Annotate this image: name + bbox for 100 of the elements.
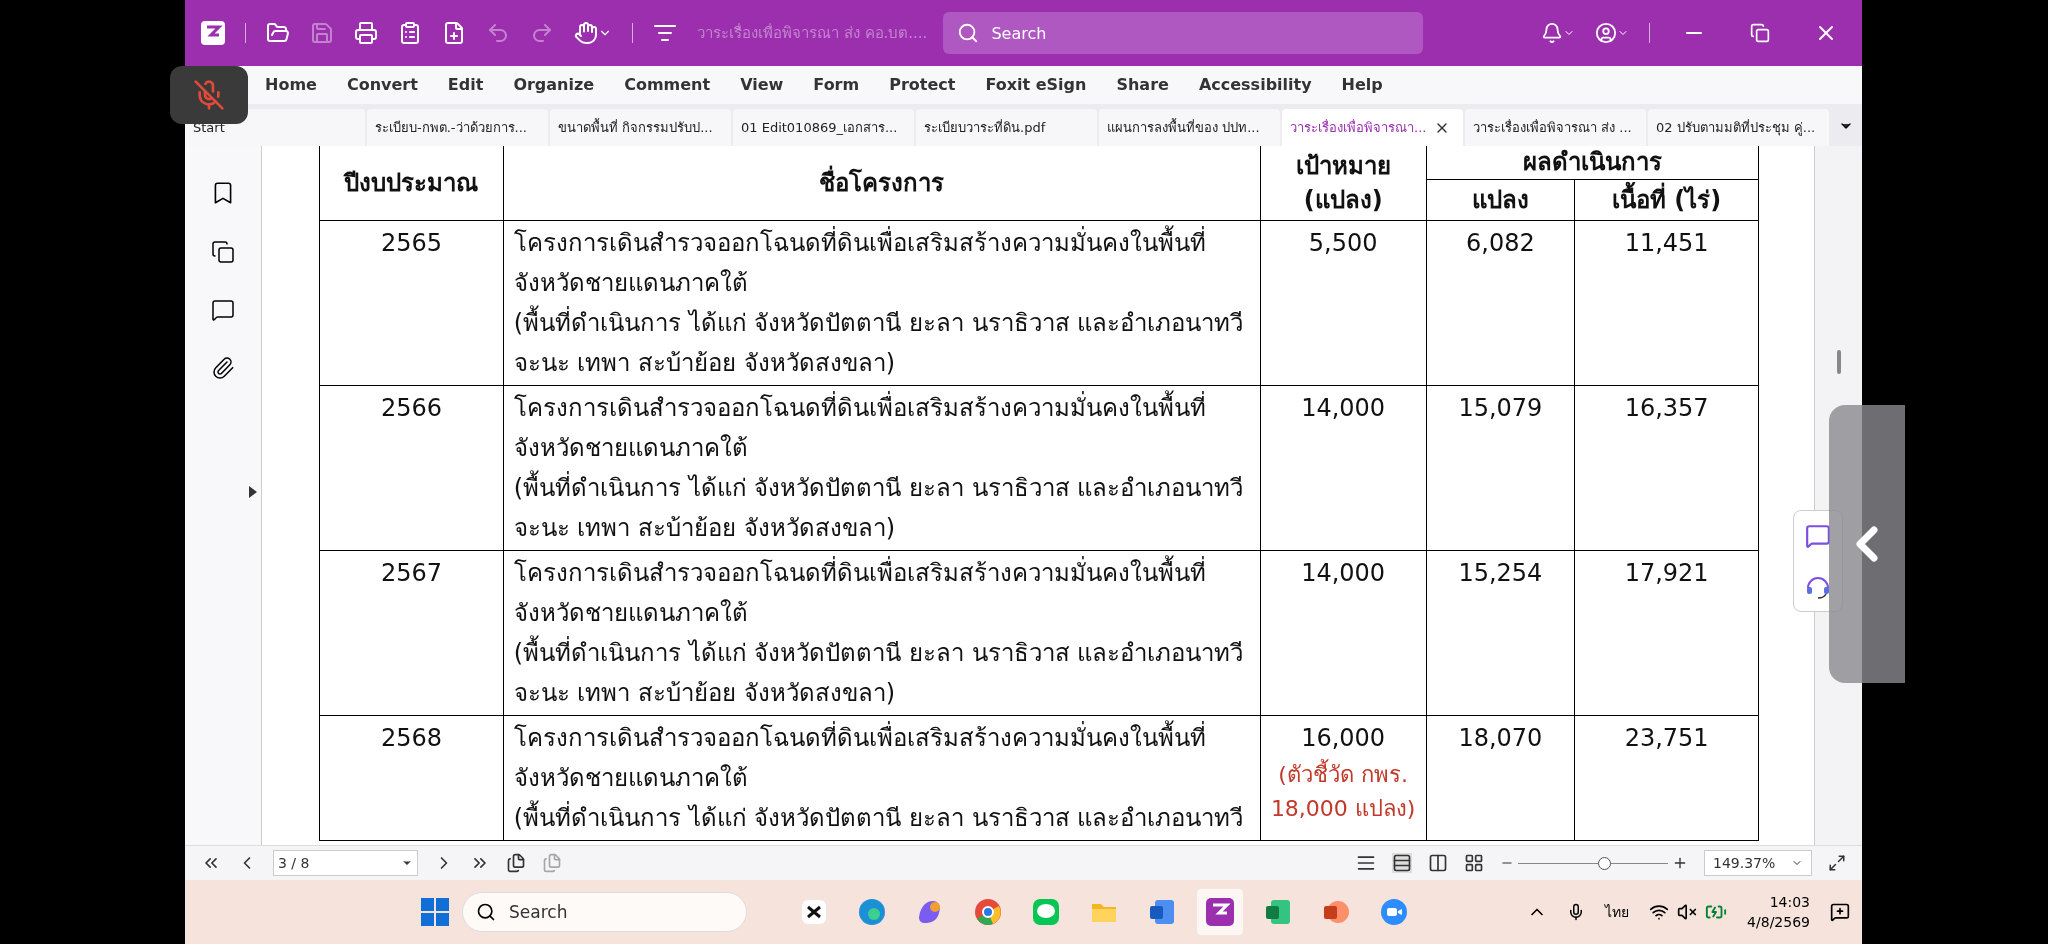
column-header: เป้าหมาย [1294, 150, 1392, 182]
table-cell: 2565 [380, 229, 442, 257]
clock-date[interactable]: 4/8/2569 [1747, 912, 1810, 932]
wifi-icon[interactable] [1649, 902, 1670, 922]
document-title: วาระเรื่องเพื่อพิจารณา ส่ง คอ.บต.... [697, 22, 928, 44]
column-header: แปลง [1471, 185, 1529, 216]
menu-item[interactable]: Protect [889, 73, 956, 97]
table-cell: 2568 [380, 724, 442, 752]
project-text-line: โครงการเดินสำรวจออกโฉนดที่ดินเพื่อเสริมสร้างความมั่นคงในพื้นที่ [513, 553, 1250, 593]
menu-item[interactable]: Home [265, 73, 317, 97]
search-icon [476, 902, 496, 922]
table-cell: 2567 [380, 559, 442, 587]
comment-icon[interactable] [211, 298, 235, 322]
pages-view-icon[interactable] [506, 853, 526, 873]
table-cell: 6,082 [1466, 229, 1535, 257]
document-tab[interactable]: วาระเรื่องเพื่อพิจารณา... [1282, 109, 1463, 146]
notification-icon[interactable] [1830, 902, 1850, 922]
side-drawer-handle[interactable] [1829, 405, 1905, 683]
document-tab[interactable]: 02 ปรับตามมติที่ประชุม คู่... [1648, 109, 1829, 146]
table-cell: 16,357 [1624, 394, 1709, 422]
document-icon[interactable] [398, 21, 422, 45]
menu-item[interactable]: Form [813, 73, 860, 97]
search-field[interactable]: Search [943, 12, 1424, 54]
target-note: (ตัวชี้วัด กพร. 18,000 แปลง) [1260, 758, 1426, 826]
project-text-line: (พื้นที่ดำเนินการ ได้แก่ จังหวัดปัตตานี ยะลา นราธิวาส และอำเภอนาทวี [513, 633, 1250, 673]
chat-bubble-icon[interactable] [1805, 522, 1831, 549]
single-page-icon[interactable] [1356, 853, 1376, 873]
menu-item[interactable]: Share [1116, 73, 1169, 97]
app-logo-icon[interactable] [201, 21, 225, 45]
table-cell-text: 16,000 [1300, 723, 1387, 754]
two-page-icon[interactable] [1428, 853, 1448, 873]
table-cell: 15,254 [1458, 559, 1543, 587]
table-cell: 11,451 [1624, 229, 1709, 257]
column-header: ผลดำเนินการ [1522, 148, 1662, 176]
menu-item[interactable]: Comment [624, 73, 711, 97]
project-text-line: โครงการเดินสำรวจออกโฉนดที่ดินเพื่อเสริมสร้างความมั่นคงในพื้นที่ [513, 223, 1250, 263]
volume-muted-icon[interactable] [1677, 902, 1698, 922]
document-tab[interactable]: ระเบียบ-กพต.-ว่าด้วยการ... [367, 109, 548, 146]
menu-item[interactable]: Organize [513, 73, 595, 97]
table-cell: 15,079 [1458, 394, 1543, 422]
project-text-line: (พื้นที่ดำเนินการ ได้แก่ จังหวัดปัตตานี ยะลา นราธิวาส และอำเภอนาทวี [513, 303, 1250, 343]
column-header: เนื้อที่ (ไร่) [1612, 180, 1722, 220]
menu-item[interactable]: Accessibility [1198, 73, 1312, 97]
project-text-line: (พื้นที่ดำเนินการ ได้แก่ จังหวัดปัตตานี ยะลา นราธิวาส และอำเภอนาทวี [513, 468, 1250, 508]
menu-item[interactable]: Convert [346, 73, 418, 97]
project-text-line: (พื้นที่ดำเนินการ ได้แก่ จังหวัดปัตตานี ยะลา นราธิวาส และอำเภอนาทวี [513, 798, 1250, 838]
document-tab[interactable]: วาระเรื่องเพื่อพิจารณา ส่ง ... [1465, 109, 1646, 146]
project-text-line: จะนะ เทพา สะบ้าย้อย จังหวัดสงขลา) [513, 513, 897, 544]
muted-microphone-overlay[interactable] [170, 66, 248, 124]
document-tab[interactable]: แผนการลงพื้นที่ของ ปปท... [1099, 109, 1280, 146]
attachment-icon[interactable] [211, 356, 235, 380]
project-text-line: จะนะ เทพา สะบ้าย้อย จังหวัดสงขลา) [513, 348, 897, 379]
bell-icon[interactable] [1541, 22, 1575, 44]
new-file-icon[interactable] [442, 21, 466, 45]
project-text-line: โครงการเดินสำรวจออกโฉนดที่ดินเพื่อเสริมสร้างความมั่นคงในพื้นที่ [513, 388, 1250, 428]
open-folder-icon[interactable] [266, 21, 290, 45]
table-cell: 23,751 [1624, 724, 1709, 752]
pages-icon[interactable] [211, 240, 235, 264]
search-icon [957, 22, 980, 44]
zoom-dropdown[interactable]: 149.37% [1704, 850, 1812, 876]
expand-panel-icon[interactable] [249, 486, 257, 498]
language-indicator[interactable]: ไทย [1605, 901, 1630, 923]
project-text-line: โครงการเดินสำรวจออกโฉนดที่ดินเพื่อเสริมสร้างความมั่นคงในพื้นที่ [513, 718, 1250, 758]
zoom-slider[interactable] [1518, 856, 1668, 870]
table-cell-text: 14,000 [1300, 558, 1387, 589]
zoom-in-icon[interactable] [1672, 855, 1688, 871]
project-text-line: จังหวัดชายแดนภาคใต้ [513, 598, 749, 629]
table-cell: 17,921 [1624, 559, 1709, 587]
grid-page-icon[interactable] [1464, 853, 1484, 873]
table-cell-text: 5,500 [1307, 228, 1379, 259]
project-text-line: จังหวัดชายแดนภาคใต้ [513, 433, 749, 464]
account-icon[interactable] [1595, 22, 1629, 44]
zoom-slider-thumb[interactable] [1597, 856, 1611, 870]
project-text-line: จะนะ เทพา สะบ้าย้อย จังหวัดสงขลา) [513, 678, 897, 709]
start-icon[interactable] [420, 897, 450, 927]
menu-item[interactable]: Help [1341, 73, 1383, 97]
column-header: ปีงบประมาณ [344, 168, 479, 197]
table-cell: 2566 [380, 394, 442, 422]
clock-time[interactable]: 14:03 [1769, 892, 1810, 912]
column-header: (แปลง) [1302, 184, 1384, 216]
table-cell: 18,070 [1458, 724, 1543, 752]
project-text-line: จังหวัดชายแดนภาคใต้ [513, 763, 749, 794]
restore-icon[interactable] [1750, 23, 1770, 43]
project-text-line: จังหวัดชายแดนภาคใต้ [513, 268, 749, 299]
hand-tool-icon[interactable] [574, 21, 612, 45]
document-tab[interactable]: 01 Edit010869_เอกสาร... [733, 109, 914, 146]
taskbar-app-icon[interactable] [1197, 889, 1243, 935]
scrollbar-thumb[interactable] [1836, 350, 1841, 374]
page-number-field[interactable]: 3 / 8 [273, 850, 418, 876]
taskbar-search-field[interactable]: Search [462, 892, 747, 932]
document-tab[interactable]: ขนาดพื้นที่ กิจกรรมปรับป... [550, 109, 731, 146]
muted-microphone-icon [193, 79, 225, 111]
menu-item[interactable]: Edit [447, 73, 484, 97]
fullscreen-icon[interactable] [1828, 854, 1846, 872]
print-icon[interactable] [354, 21, 378, 45]
menu-item[interactable]: Foxit eSign [985, 73, 1087, 97]
menu-item[interactable]: View [740, 73, 784, 97]
table-cell-text: 14,000 [1300, 393, 1387, 424]
document-tab[interactable]: ระเบียบวาระที่ดิน.pdf [916, 109, 1097, 146]
continuous-page-icon[interactable] [1392, 853, 1412, 873]
